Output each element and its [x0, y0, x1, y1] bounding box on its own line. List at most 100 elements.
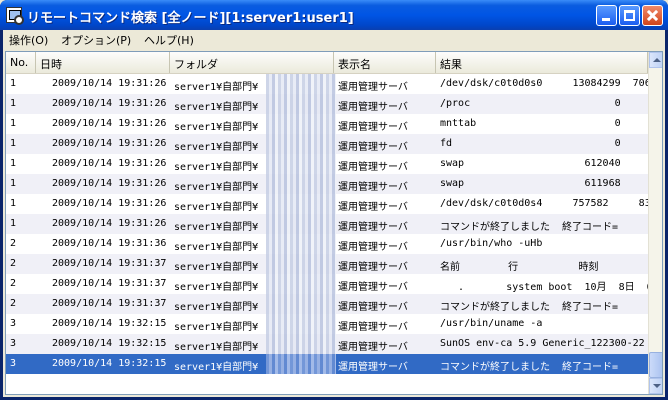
- cell-no: 1: [10, 78, 17, 89]
- menu-help[interactable]: ヘルプ(H): [144, 32, 194, 48]
- redacted-folder-mask: [266, 134, 336, 154]
- cell-display-name: 運用管理サーバ: [338, 102, 408, 113]
- scroll-down-icon[interactable]: [649, 378, 662, 394]
- redacted-folder-mask: [266, 154, 336, 174]
- redacted-folder-mask: [266, 174, 336, 194]
- redacted-folder-mask: [266, 94, 336, 114]
- cell-no: 2: [10, 238, 17, 249]
- redacted-folder-mask: [266, 74, 336, 94]
- cell-datetime: 2009/10/14 19:31:26: [52, 178, 167, 189]
- results-list[interactable]: No. 日時 フォルダ 表示名 結果 1 2009/10/14 19:31:26 s…: [5, 51, 663, 395]
- scroll-thumb[interactable]: [649, 352, 662, 378]
- cell-datetime: 2009/10/14 19:31:37: [52, 258, 167, 269]
- cell-display-name: 運用管理サーバ: [338, 202, 408, 213]
- cell-no: 2: [10, 278, 17, 289]
- list-header: No. 日時 フォルダ 表示名 結果: [6, 52, 648, 74]
- cell-display-name: 運用管理サーバ: [338, 242, 408, 253]
- cell-no: 1: [10, 98, 17, 109]
- table-row[interactable]: 1 2009/10/14 19:31:26 server1¥自部門¥ 運用管理サーバ /…: [6, 74, 648, 94]
- cell-display-name: 運用管理サーバ: [338, 162, 408, 173]
- cell-result: コマンドが終了しました 終了コード=: [440, 302, 619, 313]
- table-row[interactable]: 1 2009/10/14 19:31:26 server1¥自部門¥ 運用管理サーバコ…: [6, 214, 648, 234]
- table-row[interactable]: 3 2009/10/14 19:32:15 server1¥自部門¥ 運用管理サーバコ…: [6, 354, 648, 374]
- cell-result: /usr/bin/uname -a: [440, 318, 543, 329]
- table-row[interactable]: 1 2009/10/14 19:31:26 server1¥自部門¥ 運用管理サーバ s…: [6, 174, 648, 194]
- table-row[interactable]: 2 2009/10/14 19:31:37 server1¥自部門¥ 運用管理サーバ名…: [6, 254, 648, 274]
- table-row[interactable]: 1 2009/10/14 19:31:26 server1¥自部門¥ 運用管理サーバ s…: [6, 154, 648, 174]
- menu-operation[interactable]: 操作(O): [9, 32, 48, 48]
- cell-datetime: 2009/10/14 19:31:37: [52, 278, 167, 289]
- menu-options[interactable]: オプション(P): [61, 32, 131, 48]
- cell-datetime: 2009/10/14 19:31:37: [52, 298, 167, 309]
- column-header-folder[interactable]: フォルダ: [170, 52, 334, 73]
- minimize-button[interactable]: [596, 5, 617, 26]
- maximize-button[interactable]: [619, 5, 640, 26]
- cell-no: 2: [10, 298, 17, 309]
- cell-display-name: 運用管理サーバ: [338, 262, 408, 273]
- cell-no: 1: [10, 138, 17, 149]
- cell-display-name: 運用管理サーバ: [338, 182, 408, 193]
- table-row[interactable]: 2 2009/10/14 19:31:36 server1¥自部門¥ 運用管理サーバ /…: [6, 234, 648, 254]
- vertical-scrollbar[interactable]: [648, 52, 662, 394]
- menu-bar: 操作(O) オプション(P) ヘルプ(H): [3, 30, 665, 49]
- cell-result: swap 611968 4: [440, 178, 648, 189]
- cell-datetime: 2009/10/14 19:31:26: [52, 98, 167, 109]
- window-title: リモートコマンド検索 [全ノード][1:server1:user1]: [27, 11, 354, 26]
- table-row[interactable]: 3 2009/10/14 19:32:15 server1¥自部門¥ 運用管理サーバ S…: [6, 334, 648, 354]
- cell-display-name: 運用管理サーバ: [338, 302, 408, 313]
- cell-datetime: 2009/10/14 19:31:26: [52, 218, 167, 229]
- cell-result: SunOS env-ca 5.9 Generic_122300-22: [440, 338, 645, 349]
- cell-no: 1: [10, 158, 17, 169]
- cell-result: コマンドが終了しました 終了コード=: [440, 222, 619, 233]
- redacted-folder-mask: [266, 334, 336, 354]
- cell-result: mnttab 0: [440, 118, 621, 129]
- table-row[interactable]: 1 2009/10/14 19:31:26 server1¥自部門¥ 運用管理サーバ f…: [6, 134, 648, 154]
- cell-result: /dev/dsk/c0t0d0s4 757582 837: [440, 198, 648, 209]
- redacted-folder-mask: [266, 314, 336, 334]
- maximize-icon: [624, 10, 635, 21]
- table-row[interactable]: 2 2009/10/14 19:31:37 server1¥自部門¥ 運用管理サーバ …: [6, 274, 648, 294]
- cell-datetime: 2009/10/14 19:31:26: [52, 198, 167, 209]
- cell-result: /proc 0: [440, 98, 621, 109]
- redacted-folder-mask: [266, 294, 336, 314]
- column-header-datetime[interactable]: 日時: [36, 52, 170, 73]
- cell-display-name: 運用管理サーバ: [338, 82, 408, 93]
- client-area: 操作(O) オプション(P) ヘルプ(H) No. 日時 フォルダ 表示名 結果…: [3, 30, 665, 397]
- redacted-folder-mask: [266, 214, 336, 234]
- column-header-result[interactable]: 結果: [436, 52, 648, 73]
- column-header-no[interactable]: No.: [6, 52, 36, 73]
- cell-display-name: 運用管理サーバ: [338, 222, 408, 233]
- close-button[interactable]: [642, 5, 663, 26]
- redacted-folder-mask: [266, 114, 336, 134]
- cell-result: fd 0: [440, 138, 621, 149]
- cell-no: 3: [10, 318, 17, 329]
- cell-display-name: 運用管理サーバ: [338, 322, 408, 333]
- cell-no: 3: [10, 338, 17, 349]
- table-row[interactable]: 3 2009/10/14 19:32:15 server1¥自部門¥ 運用管理サーバ /…: [6, 314, 648, 334]
- cell-datetime: 2009/10/14 19:31:36: [52, 238, 167, 249]
- minimize-icon: [602, 18, 610, 21]
- redacted-folder-mask: [266, 254, 336, 274]
- redacted-folder-mask: [266, 194, 336, 214]
- scroll-up-icon[interactable]: [649, 52, 662, 68]
- cell-datetime: 2009/10/14 19:32:15: [52, 338, 167, 349]
- table-row[interactable]: 1 2009/10/14 19:31:26 server1¥自部門¥ 運用管理サーバ m…: [6, 114, 648, 134]
- cell-no: 2: [10, 258, 17, 269]
- column-header-display-name[interactable]: 表示名: [334, 52, 436, 73]
- table-row[interactable]: 1 2009/10/14 19:31:26 server1¥自部門¥ 運用管理サーバ /…: [6, 194, 648, 214]
- cell-display-name: 運用管理サーバ: [338, 362, 408, 373]
- title-bar[interactable]: リモートコマンド検索 [全ノード][1:server1:user1]: [0, 0, 668, 30]
- cell-display-name: 運用管理サーバ: [338, 342, 408, 353]
- cell-result: /dev/dsk/c0t0d0s0 13084299 70615: [440, 78, 648, 89]
- cell-display-name: 運用管理サーバ: [338, 122, 408, 133]
- search-app-icon[interactable]: [6, 7, 24, 25]
- cell-result: . system boot 10月 8日 0: [440, 282, 648, 293]
- cell-no: 3: [10, 358, 17, 369]
- cell-no: 1: [10, 198, 17, 209]
- table-row[interactable]: 2 2009/10/14 19:31:37 server1¥自部門¥ 運用管理サーバコ…: [6, 294, 648, 314]
- redacted-folder-mask: [266, 274, 336, 294]
- cell-datetime: 2009/10/14 19:31:26: [52, 78, 167, 89]
- redacted-folder-mask: [266, 234, 336, 254]
- cell-no: 1: [10, 118, 17, 129]
- table-row[interactable]: 1 2009/10/14 19:31:26 server1¥自部門¥ 運用管理サーバ /…: [6, 94, 648, 114]
